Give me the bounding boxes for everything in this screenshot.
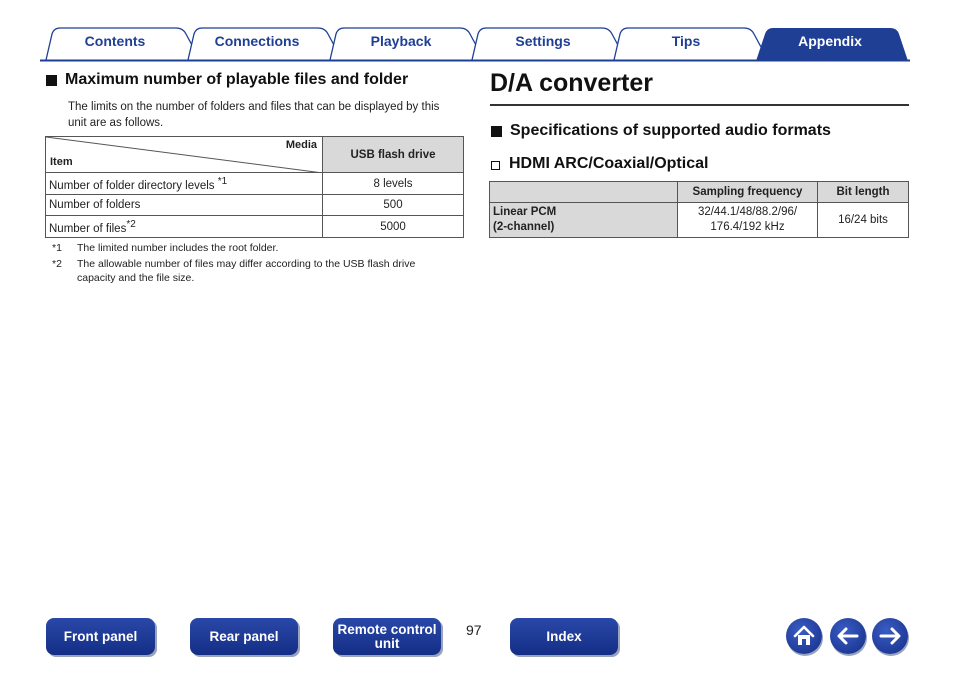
section-heading-text: Specifications of supported audio format… (510, 122, 831, 139)
header-blank (489, 181, 678, 203)
footnote-mark: *2 (126, 218, 136, 230)
files-limit-table: Media Item USB flash drive Number of fol… (45, 136, 464, 238)
sampling-line-2: 176.4/192 kHz (710, 221, 785, 233)
section-heading-max-files: Maximum number of playable files and fol… (46, 71, 408, 89)
footnote-mark: *2 (52, 258, 62, 270)
remote-label-line-2: unit (374, 635, 400, 651)
tab-appendix[interactable]: Appendix (775, 33, 885, 51)
row-item: Number of files*2 (45, 215, 323, 238)
home-icon (793, 625, 815, 645)
square-bullet-icon (491, 125, 502, 137)
audio-format-table: Sampling frequency Bit length Linear PCM… (489, 181, 909, 238)
tab-connections[interactable]: Connections (202, 33, 312, 51)
arrow-right-icon (879, 627, 901, 645)
corner-item-label: Item (50, 156, 73, 168)
diagonal-line (46, 137, 323, 173)
hollow-square-bullet-icon (491, 160, 500, 170)
home-button[interactable] (786, 618, 822, 654)
column-header-usb: USB flash drive (322, 136, 464, 173)
sub-heading-hdmi: HDMI ARC/Coaxial/Optical (491, 155, 708, 173)
table-row: Linear PCM (2-channel) 32/44.1/48/88.2/9… (489, 202, 909, 238)
row-item-text: Number of folder directory levels (49, 179, 218, 192)
section-heading-text: Maximum number of playable files and fol… (65, 71, 409, 88)
row-item: Number of folder directory levels *1 (45, 172, 323, 195)
front-panel-button[interactable]: Front panel (46, 618, 155, 655)
header-sampling: Sampling frequency (677, 181, 818, 203)
tab-playback[interactable]: Playback (346, 33, 456, 51)
footnote-text: The limited number includes the root fol… (77, 242, 279, 254)
row-item-text: Number of files (49, 222, 127, 235)
row-value: 500 (322, 194, 464, 216)
row-item: Number of folders (45, 194, 323, 216)
footnote-mark: *1 (217, 175, 228, 187)
tab-shapes (40, 27, 910, 62)
square-bullet-icon (46, 74, 57, 86)
remote-control-button[interactable]: Remote control unit (333, 618, 441, 655)
table-row: Number of folder directory levels *1 8 l… (45, 172, 464, 195)
rear-panel-button[interactable]: Rear panel (190, 618, 298, 655)
tab-contents[interactable]: Contents (60, 33, 170, 51)
format-line-1: Linear PCM (493, 206, 557, 218)
tab-tips[interactable]: Tips (631, 33, 741, 51)
header-bit-length: Bit length (817, 181, 909, 203)
row-value: 8 levels (322, 172, 464, 195)
intro-paragraph: The limits on the number of folders and … (68, 101, 440, 129)
footnote-text: The allowable number of files may differ… (77, 258, 416, 284)
table-row: Number of files*2 5000 (45, 215, 464, 238)
index-button[interactable]: Index (510, 618, 618, 655)
title-divider (490, 104, 909, 106)
back-button[interactable] (830, 618, 866, 654)
row-format: Linear PCM (2-channel) (489, 202, 678, 238)
page-title: D/A converter (490, 69, 654, 97)
arrow-left-icon (837, 627, 859, 645)
top-tab-bar: Contents Connections Playback Settings T… (0, 0, 954, 62)
sub-heading-text: HDMI ARC/Coaxial/Optical (509, 155, 709, 172)
footnote-1: *1 The limited number includes the root … (52, 241, 462, 257)
table-corner-cell: Media Item (45, 136, 323, 173)
page-number: 97 (466, 622, 482, 638)
forward-button[interactable] (872, 618, 908, 654)
footnote-2: *2 The allowable number of files may dif… (52, 257, 462, 287)
remote-label-line-1: Remote control (337, 621, 437, 637)
corner-media-label: Media (285, 139, 317, 151)
row-sampling: 32/44.1/48/88.2/96/ 176.4/192 kHz (677, 202, 818, 238)
format-line-2: (2-channel) (493, 221, 555, 233)
row-value: 5000 (322, 215, 464, 238)
tab-settings[interactable]: Settings (488, 33, 598, 51)
row-bits: 16/24 bits (817, 202, 909, 238)
table-row: Number of folders 500 (45, 194, 464, 216)
section-heading-formats: Specifications of supported audio format… (491, 122, 831, 140)
footnote-mark: *1 (52, 242, 62, 254)
sampling-line-1: 32/44.1/48/88.2/96/ (697, 206, 798, 218)
